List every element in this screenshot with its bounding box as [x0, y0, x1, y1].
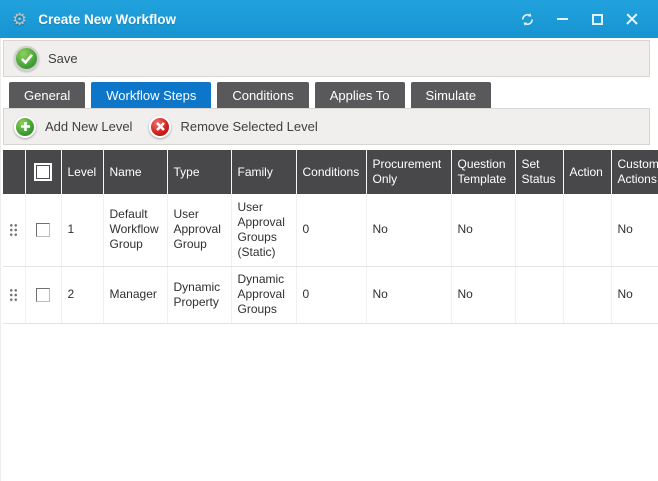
cell-conditions: 0 [296, 266, 366, 323]
remove-selected-level-label[interactable]: Remove Selected Level [180, 119, 317, 134]
cell-action [563, 266, 611, 323]
row-drag-cell [3, 194, 25, 266]
minimize-icon [557, 18, 568, 20]
save-toolbar: Save [3, 40, 650, 77]
cell-custom-actions: No [611, 266, 658, 323]
add-new-level-button[interactable] [14, 116, 36, 138]
column-custom-actions[interactable]: Custom Actions [611, 150, 658, 194]
cell-level: 1 [61, 194, 103, 266]
cell-question-template: No [451, 194, 515, 266]
cell-conditions: 0 [296, 194, 366, 266]
close-button[interactable] [622, 9, 642, 29]
check-icon [20, 53, 34, 65]
close-icon [626, 13, 638, 25]
cell-type: User Approval Group [167, 194, 231, 266]
cell-name: Default Workflow Group [103, 194, 167, 266]
add-new-level-label[interactable]: Add New Level [45, 119, 132, 134]
tab-conditions[interactable]: Conditions [217, 82, 308, 108]
cell-set-status [515, 194, 563, 266]
window-controls [517, 9, 642, 29]
level-actions-toolbar: Add New Level Remove Selected Level [3, 108, 650, 145]
column-conditions[interactable]: Conditions [296, 150, 366, 194]
drag-handle-icon[interactable] [9, 223, 18, 237]
window-title: Create New Workflow [38, 12, 517, 27]
cell-custom-actions: No [611, 194, 658, 266]
table-row: 1 Default Workflow Group User Approval G… [3, 194, 658, 266]
x-icon [155, 121, 166, 132]
refresh-button[interactable] [517, 9, 537, 29]
table-row: 2 Manager Dynamic Property Dynamic Appro… [3, 266, 658, 323]
maximize-icon [592, 14, 603, 25]
tab-strip: General Workflow Steps Conditions Applie… [1, 77, 658, 108]
column-set-status[interactable]: Set Status [515, 150, 563, 194]
cell-level: 2 [61, 266, 103, 323]
column-family[interactable]: Family [231, 150, 296, 194]
remove-selected-level-button[interactable] [149, 116, 171, 138]
column-drag [3, 150, 25, 194]
table-header-row: Level Name Type Family Conditions Procur… [3, 150, 658, 194]
cell-question-template: No [451, 266, 515, 323]
refresh-icon [520, 12, 535, 27]
column-action[interactable]: Action [563, 150, 611, 194]
column-procurement-only[interactable]: Procurement Only [366, 150, 451, 194]
column-select-all [25, 150, 61, 194]
tab-simulate[interactable]: Simulate [411, 82, 492, 108]
tab-applies-to[interactable]: Applies To [315, 82, 405, 108]
cell-procurement-only: No [366, 194, 451, 266]
cell-name: Manager [103, 266, 167, 323]
tab-workflow-steps[interactable]: Workflow Steps [91, 82, 211, 108]
column-question-template[interactable]: Question Template [451, 150, 515, 194]
row-checkbox[interactable] [36, 288, 50, 302]
select-all-checkbox[interactable] [36, 165, 50, 179]
column-type[interactable]: Type [167, 150, 231, 194]
cell-procurement-only: No [366, 266, 451, 323]
workflow-steps-grid: Level Name Type Family Conditions Procur… [3, 150, 658, 324]
gear-icon: ⚙ [12, 11, 27, 28]
cell-set-status [515, 266, 563, 323]
tab-general[interactable]: General [9, 82, 85, 108]
row-select-cell [25, 266, 61, 323]
row-drag-cell [3, 266, 25, 323]
minimize-button[interactable] [552, 9, 572, 29]
window-content: Save General Workflow Steps Conditions A… [0, 38, 658, 481]
save-label[interactable]: Save [48, 51, 78, 66]
titlebar: ⚙ Create New Workflow [0, 0, 658, 38]
drag-handle-icon[interactable] [9, 288, 18, 302]
save-button[interactable] [14, 46, 39, 71]
row-checkbox[interactable] [36, 223, 50, 237]
cell-family: Dynamic Approval Groups [231, 266, 296, 323]
column-name[interactable]: Name [103, 150, 167, 194]
create-workflow-window: ⚙ Create New Workflow [0, 0, 658, 481]
column-level[interactable]: Level [61, 150, 103, 194]
cell-action [563, 194, 611, 266]
cell-type: Dynamic Property [167, 266, 231, 323]
cell-family: User Approval Groups (Static) [231, 194, 296, 266]
maximize-button[interactable] [587, 9, 607, 29]
plus-icon [20, 121, 31, 132]
row-select-cell [25, 194, 61, 266]
